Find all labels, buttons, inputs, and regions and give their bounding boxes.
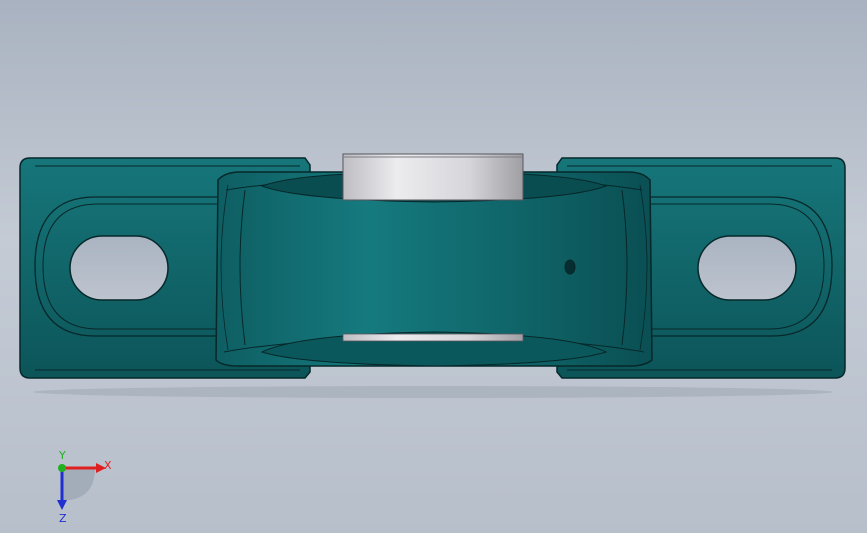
right-mounting-slot[interactable] [697,235,797,301]
z-axis-label: Z [59,512,67,523]
cad-viewport[interactable] [0,0,867,533]
y-axis-marker [58,464,66,472]
left-mounting-slot[interactable] [69,235,169,301]
y-axis-label: Y [58,449,66,462]
orientation-triad[interactable]: X Y Z [40,448,130,523]
x-axis-label: X [104,459,112,472]
triad-shadow [62,468,95,500]
grease-hole[interactable] [564,259,576,275]
